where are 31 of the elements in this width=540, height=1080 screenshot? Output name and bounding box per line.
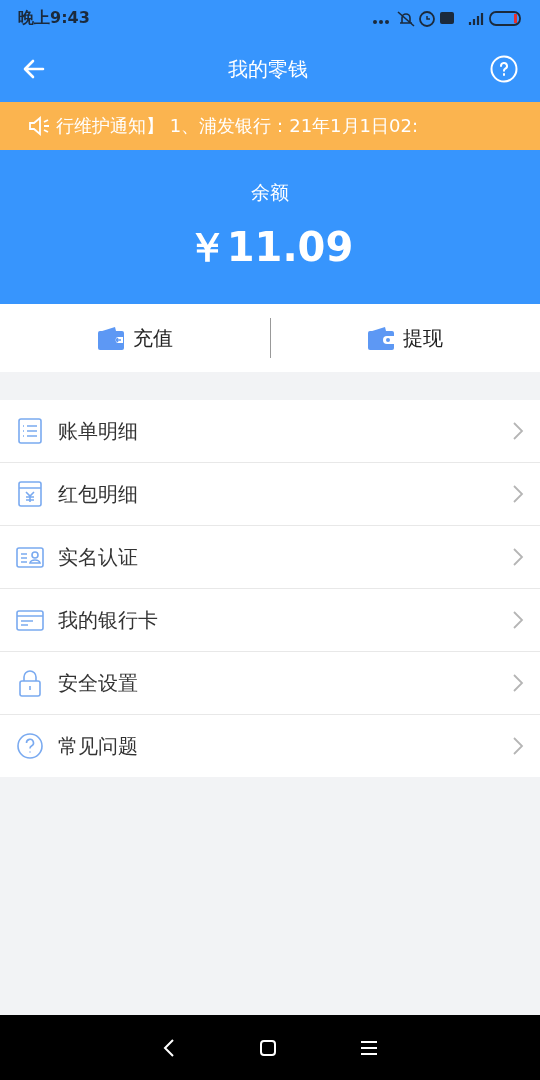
menu-item[interactable]: 实名认证	[0, 525, 540, 588]
back-button[interactable]	[22, 57, 46, 81]
chevron-icon	[512, 673, 524, 693]
notice-text: 行维护通知】 1、浦发银行：21年1月1日02:	[56, 114, 418, 138]
chevron-icon	[512, 547, 524, 567]
wallet-icon	[367, 326, 396, 350]
chevron-icon	[512, 610, 524, 630]
menu-item[interactable]: 红包明细	[0, 462, 540, 525]
home-button[interactable]	[259, 1038, 277, 1057]
recharge-button[interactable]: 充值	[0, 304, 270, 372]
speaker-icon	[28, 116, 52, 136]
status-time: 晚上9:43	[18, 7, 90, 29]
withdraw-button[interactable]: 提现	[270, 304, 540, 372]
menu-button[interactable]	[360, 1039, 379, 1056]
list-icon	[16, 417, 44, 445]
back-nav-button[interactable]	[161, 1037, 176, 1058]
page-title: 我的零钱	[228, 55, 308, 83]
chevron-icon	[512, 736, 524, 756]
help-icon	[16, 732, 44, 760]
menu-item[interactable]: 我的银行卡	[0, 588, 540, 651]
envelope-icon	[16, 480, 44, 508]
menu-item[interactable]: 账单明细	[0, 400, 540, 462]
chevron-icon	[512, 484, 524, 504]
menu-item[interactable]: 常见问题	[0, 714, 540, 777]
balance-amount: ￥11.09	[186, 222, 354, 272]
chevron-icon	[512, 421, 524, 441]
help-button[interactable]	[490, 55, 518, 83]
menu-item[interactable]: 安全设置	[0, 651, 540, 714]
lock-icon	[16, 669, 44, 697]
wallet-icon	[96, 326, 125, 350]
balance-label: 余额	[251, 179, 289, 205]
